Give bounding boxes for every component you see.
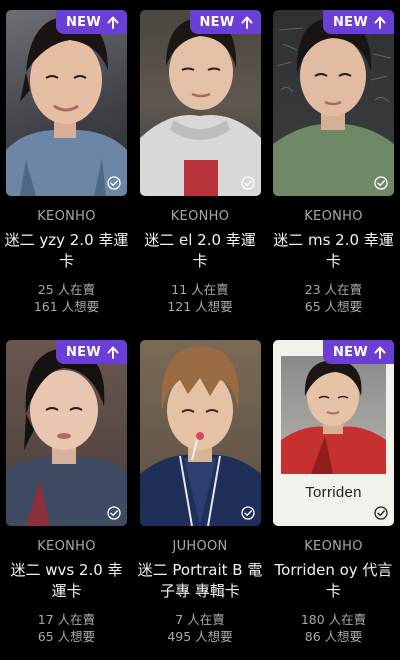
check-circle-icon xyxy=(374,176,388,190)
new-badge-label: NEW xyxy=(333,14,368,30)
artist-name: KEONHO xyxy=(37,539,96,554)
new-badge-label: NEW xyxy=(66,344,101,360)
check-circle-icon xyxy=(374,506,388,520)
card-stats: 25 人在賣 161 人想要 xyxy=(34,281,99,315)
wanted-count: 161 人想要 xyxy=(33,299,100,314)
wanted-count: 121 人想要 xyxy=(167,299,233,314)
arrow-up-icon xyxy=(374,16,386,29)
photocard-image[interactable] xyxy=(139,340,261,526)
for-sale-count: 25 人在賣 xyxy=(37,282,96,297)
for-sale-count: 11 人在賣 xyxy=(171,282,229,297)
card-stats: 11 人在賣 121 人想要 xyxy=(167,281,232,315)
card-title: 迷二 yzy 2.0 幸運卡 xyxy=(4,231,129,270)
check-circle-icon xyxy=(107,176,121,190)
arrow-up-icon xyxy=(107,16,119,29)
photocard-image[interactable]: Torriden NEW xyxy=(273,340,394,526)
photocard-image[interactable]: NEW xyxy=(273,10,394,196)
artist-name: KEONHO xyxy=(304,539,363,554)
new-badge-label: NEW xyxy=(66,14,101,30)
new-badge: NEW xyxy=(56,340,127,364)
check-circle-icon xyxy=(107,506,121,520)
card-stats: 23 人在賣 65 人想要 xyxy=(305,281,362,315)
card-title: 迷二 Portrait B 電子專 專輯卡 xyxy=(137,561,263,600)
photo-caption: Torriden xyxy=(305,484,362,501)
member-photo xyxy=(6,348,127,526)
for-sale-count: 17 人在賣 xyxy=(37,612,96,627)
new-badge-label: NEW xyxy=(333,344,368,360)
photocard-item[interactable]: NEW KEONHO 迷二 wvs 2.0 幸運卡 17 人在賣 65 人想要 xyxy=(0,330,133,660)
new-badge: NEW xyxy=(56,10,127,34)
artist-name: JUHOON xyxy=(172,539,228,554)
check-circle-icon xyxy=(240,176,255,190)
photocard-image[interactable]: NEW xyxy=(6,340,127,526)
artist-name: KEONHO xyxy=(304,209,363,224)
wanted-count: 65 人想要 xyxy=(37,629,96,644)
photocard-grid: NEW KEONHO 迷二 yzy 2.0 幸運卡 25 人在賣 161 人想要 xyxy=(0,0,400,660)
arrow-up-icon xyxy=(107,346,119,359)
check-circle-icon xyxy=(240,506,255,520)
member-photo xyxy=(139,18,261,196)
polaroid-frame: Torriden xyxy=(273,340,394,526)
photocard-item[interactable]: NEW KEONHO 迷二 ms 2.0 幸運卡 23 人在賣 65 人想要 xyxy=(267,0,400,330)
member-photo xyxy=(281,360,386,474)
wanted-count: 495 人想要 xyxy=(167,629,233,644)
wanted-count: 65 人想要 xyxy=(304,299,363,314)
member-photo xyxy=(273,18,394,196)
photocard-item[interactable]: NEW KEONHO 迷二 yzy 2.0 幸運卡 25 人在賣 161 人想要 xyxy=(0,0,133,330)
card-stats: 180 人在賣 86 人想要 xyxy=(301,611,366,645)
photocard-image[interactable]: NEW xyxy=(139,10,261,196)
member-photo xyxy=(139,346,261,526)
arrow-up-icon xyxy=(241,16,252,29)
for-sale-count: 180 人在賣 xyxy=(300,612,367,627)
card-title: 迷二 wvs 2.0 幸運卡 xyxy=(10,561,123,600)
new-badge-label: NEW xyxy=(199,14,235,30)
photocard-item[interactable]: JUHOON 迷二 Portrait B 電子專 專輯卡 7 人在賣 495 人… xyxy=(133,330,267,660)
arrow-up-icon xyxy=(374,346,386,359)
photocard-item[interactable]: Torriden NEW KEONHO Torriden oy 代言卡 180 … xyxy=(267,330,400,660)
new-badge: NEW xyxy=(189,10,261,34)
for-sale-count: 23 人在賣 xyxy=(304,282,363,297)
wanted-count: 86 人想要 xyxy=(304,629,363,644)
artist-name: KEONHO xyxy=(37,209,96,224)
card-title: Torriden oy 代言卡 xyxy=(274,561,393,600)
card-title: 迷二 ms 2.0 幸運卡 xyxy=(273,231,394,270)
photocard-item[interactable]: NEW KEONHO 迷二 el 2.0 幸運卡 11 人在賣 121 人想要 xyxy=(133,0,267,330)
new-badge: NEW xyxy=(323,340,394,364)
photocard-image[interactable]: NEW xyxy=(6,10,127,196)
card-stats: 17 人在賣 65 人想要 xyxy=(38,611,95,645)
artist-name: KEONHO xyxy=(170,209,230,224)
new-badge: NEW xyxy=(323,10,394,34)
card-stats: 7 人在賣 495 人想要 xyxy=(167,611,232,645)
member-photo xyxy=(6,16,127,196)
card-title: 迷二 el 2.0 幸運卡 xyxy=(144,231,256,270)
for-sale-count: 7 人在賣 xyxy=(175,612,225,627)
